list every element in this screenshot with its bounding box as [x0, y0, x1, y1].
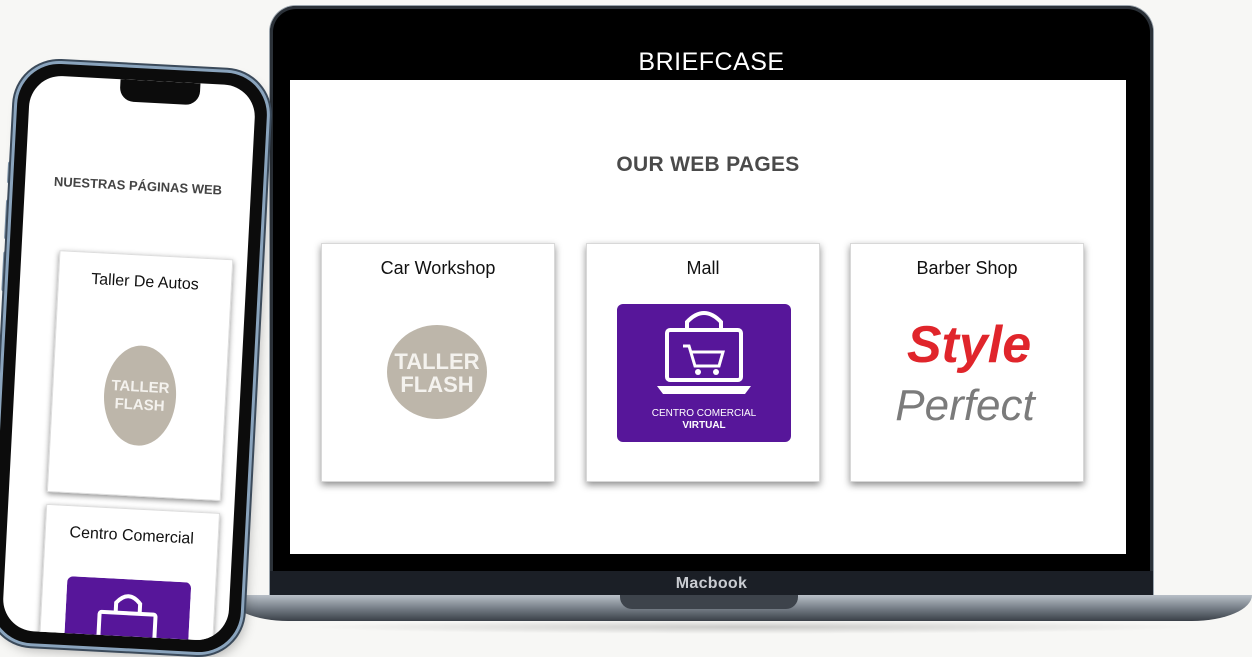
logo-line-1: TALLER [394, 349, 479, 374]
logo-line-2: FLASH [400, 372, 473, 397]
laptop-mockup: BRIEFCASE OUR WEB PAGES Car Workshop TAL… [270, 6, 1153, 596]
centro-comercial-logo [64, 576, 192, 642]
laptop-shadow [300, 620, 1200, 634]
phone-body: NUESTRAS PÁGINAS WEB Taller De Autos TAL… [0, 61, 270, 655]
style-perfect-logo: Style Perfect [895, 316, 1036, 430]
device-label: Macbook [270, 571, 1153, 596]
card-title: Car Workshop [380, 258, 496, 278]
card-title: Centro Comercial [69, 524, 195, 548]
logo-line-2: FLASH [114, 395, 165, 415]
taller-flash-logo: TALLER FLASH [387, 325, 487, 419]
phone-volume-down [1, 251, 8, 292]
site-header-title: BRIEFCASE [638, 48, 785, 76]
phone-card-centro-comercial[interactable]: Centro Comercial [37, 503, 221, 642]
logo-line-1: TALLER [111, 377, 170, 397]
card-title: Barber Shop [916, 258, 1018, 278]
logo-line-1: Style [907, 316, 1031, 374]
logo-line-2: Perfect [895, 381, 1036, 430]
phone-volume-up [4, 199, 11, 240]
section-title: OUR WEB PAGES [616, 153, 800, 176]
phone-section-title: NUESTRAS PÁGINAS WEB [53, 173, 223, 198]
card-mall[interactable]: Mall CENTRO COMERCIAL VIRTUAL [586, 243, 820, 482]
laptop-screen: OUR WEB PAGES Car Workshop TALLER FLASH … [290, 80, 1126, 554]
laptop-trackpad-notch [620, 595, 798, 609]
phone-mockup: NUESTRAS PÁGINAS WEB Taller De Autos TAL… [0, 61, 270, 655]
phone-side-button [6, 161, 13, 184]
logo-line-1: CENTRO COMERCIAL [652, 408, 757, 419]
phone-screen: NUESTRAS PÁGINAS WEB Taller De Autos TAL… [1, 74, 257, 642]
logo-line-2: VIRTUAL [682, 420, 725, 431]
phone-card-taller[interactable]: Taller De Autos TALLER FLASH [46, 250, 234, 501]
phone-notch [119, 79, 201, 106]
card-title: Taller De Autos [90, 270, 200, 294]
taller-flash-logo: TALLER FLASH [103, 345, 177, 446]
centro-comercial-logo: CENTRO COMERCIAL VIRTUAL [617, 304, 791, 442]
card-car-workshop[interactable]: Car Workshop TALLER FLASH [321, 243, 555, 482]
card-title: Mall [686, 258, 720, 278]
card-barber-shop[interactable]: Barber Shop Style Perfect [850, 243, 1084, 482]
